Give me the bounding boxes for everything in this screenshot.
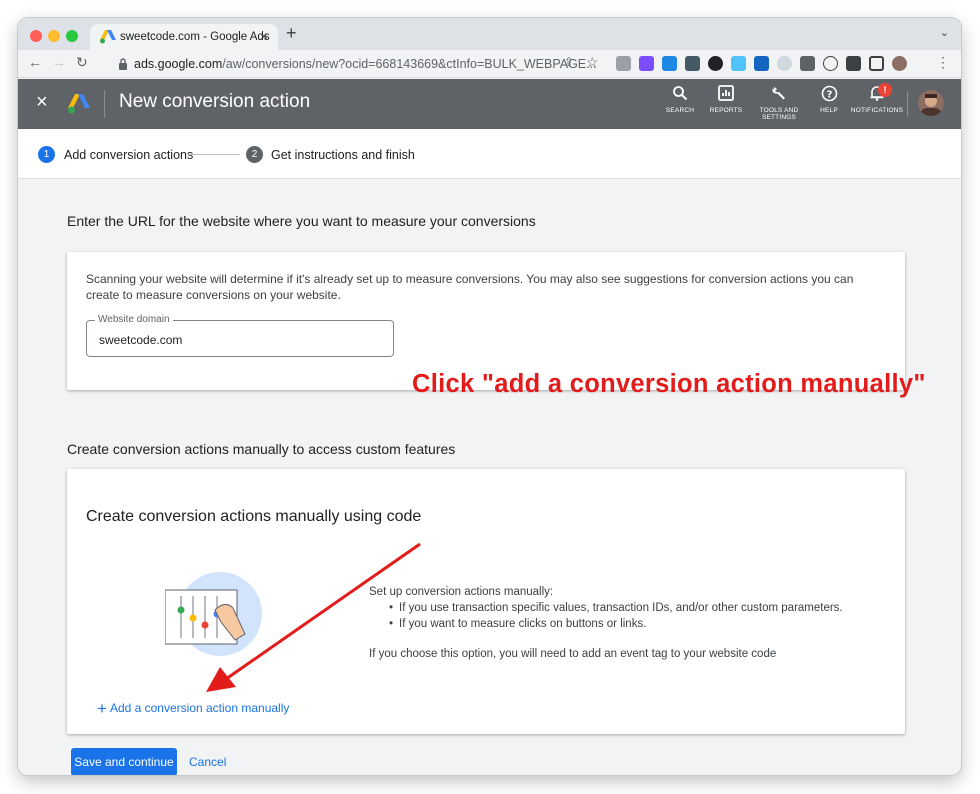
tools-settings-button[interactable]: TOOLS AND SETTINGS (752, 85, 806, 121)
camera-extension-icon[interactable] (616, 56, 631, 71)
step-1-label[interactable]: Add conversion actions (64, 148, 193, 162)
minimize-window-button[interactable] (48, 30, 60, 42)
reload-icon[interactable]: ↻ (76, 54, 88, 71)
back-arrow-icon[interactable]: ← (28, 54, 42, 70)
manual-section-heading: Create conversion actions manually to ac… (67, 441, 456, 457)
lock-icon (119, 58, 127, 70)
event-tag-note: If you choose this option, you will need… (369, 648, 777, 660)
manual-card: Create conversion actions manually using… (67, 469, 905, 734)
twitter-extension-icon[interactable] (731, 56, 746, 71)
tool-extension-icon[interactable] (800, 56, 815, 71)
browser-toolbar: ← → ↻ ads.google.com/aw/conversions/new?… (18, 50, 961, 78)
google-ads-favicon-icon (100, 30, 116, 44)
url-host: ads.google.com (134, 57, 223, 71)
tab-close-icon[interactable]: × (260, 28, 268, 44)
tools-settings-label: TOOLS AND SETTINGS (759, 107, 799, 121)
address-bar[interactable]: ads.google.com/aw/conversions/new?ocid=6… (96, 53, 614, 75)
ads-header: × New conversion action SEARCH REPORTS T… (18, 79, 961, 129)
setup-intro: Set up conversion actions manually: (369, 586, 554, 598)
setup-bullets: If you use transaction specific values, … (369, 600, 843, 632)
manual-card-title: Create conversion actions manually using… (86, 508, 422, 525)
website-domain-field[interactable]: Website domain (86, 314, 394, 357)
wrench-icon (752, 85, 806, 107)
bookmark-star-icon[interactable]: ☆ (586, 54, 599, 71)
url-section-heading: Enter the URL for the website where you … (67, 213, 536, 229)
header-divider-right (907, 91, 908, 117)
tutorial-annotation-text: Click "add a conversion action manually" (412, 370, 926, 398)
bell-icon (848, 85, 906, 107)
url-path: /aw/conversions/new?ocid=668143669&ctInf… (222, 57, 597, 71)
circle-extension-icon[interactable] (708, 56, 723, 71)
tab-title: sweetcode.com - Google Ads (120, 31, 270, 43)
notification-badge: ! (878, 83, 892, 97)
tag-extension-icon[interactable] (639, 56, 654, 71)
header-divider (104, 90, 105, 118)
bullet-item: If you use transaction specific values, … (389, 600, 843, 616)
scan-description: Scanning your website will determine if … (86, 272, 854, 302)
add-conversion-action-label: Add a conversion action manually (109, 701, 290, 715)
website-domain-input[interactable] (99, 333, 379, 347)
bullet-item: If you want to measure clicks on buttons… (389, 616, 843, 632)
browser-window: sweetcode.com - Google Ads × + ⌄ ← → ↻ a… (18, 18, 961, 775)
browser-tab[interactable]: sweetcode.com - Google Ads × (90, 24, 278, 50)
progress-stepper: 1 Add conversion actions 2 Get instructi… (18, 129, 961, 179)
forward-arrow-icon[interactable]: → (52, 54, 66, 70)
sidepanel-icon[interactable] (869, 56, 884, 71)
reports-label: REPORTS (709, 107, 743, 114)
save-and-continue-button[interactable]: Save and continue (71, 748, 177, 775)
browser-menu-icon[interactable]: ⋮ (936, 54, 950, 71)
notifications-button[interactable]: ! NOTIFICATIONS (848, 83, 906, 114)
step-2-number: 2 (246, 146, 263, 163)
add-conversion-action-link[interactable]: + Add a conversion action manually (97, 699, 289, 719)
step-connector (188, 154, 240, 155)
cancel-button[interactable]: Cancel (189, 755, 226, 769)
reports-icon (699, 85, 753, 107)
avatar[interactable] (918, 90, 944, 116)
profile-avatar-icon[interactable] (892, 56, 907, 71)
puzzle-extensions-icon[interactable] (846, 56, 861, 71)
tab-search-chevron-icon[interactable]: ⌄ (940, 26, 949, 39)
close-icon[interactable]: × (36, 91, 48, 114)
url-text: ads.google.com/aw/conversions/new?ocid=6… (134, 57, 597, 71)
website-domain-label: Website domain (95, 314, 173, 325)
google-ads-logo-icon (68, 94, 90, 114)
grey-extension-icon[interactable] (777, 56, 792, 71)
scrollbar[interactable] (953, 179, 961, 775)
info-extension-icon[interactable] (823, 56, 838, 71)
maximize-window-button[interactable] (66, 30, 78, 42)
blue-extension-icon[interactable] (754, 56, 769, 71)
screen-extension-icon[interactable] (662, 56, 677, 71)
notifications-label: NOTIFICATIONS (850, 107, 904, 114)
close-window-button[interactable] (30, 30, 42, 42)
page-title: New conversion action (119, 91, 311, 112)
step-2-label[interactable]: Get instructions and finish (271, 148, 415, 162)
plus-icon: + (97, 699, 107, 718)
step-1-number: 1 (38, 146, 55, 163)
main-content: Enter the URL for the website where you … (18, 179, 961, 775)
new-tab-button[interactable]: + (286, 23, 297, 44)
svg-text:?: ? (826, 90, 832, 101)
share-icon[interactable]: ⇧ (564, 55, 574, 69)
tab-strip: sweetcode.com - Google Ads × + ⌄ (18, 18, 961, 50)
reports-button[interactable]: REPORTS (699, 85, 753, 114)
setup-instructions: Set up conversion actions manually: If y… (369, 584, 843, 662)
annotation-arrow-icon (206, 542, 421, 692)
code-extension-icon[interactable] (685, 56, 700, 71)
